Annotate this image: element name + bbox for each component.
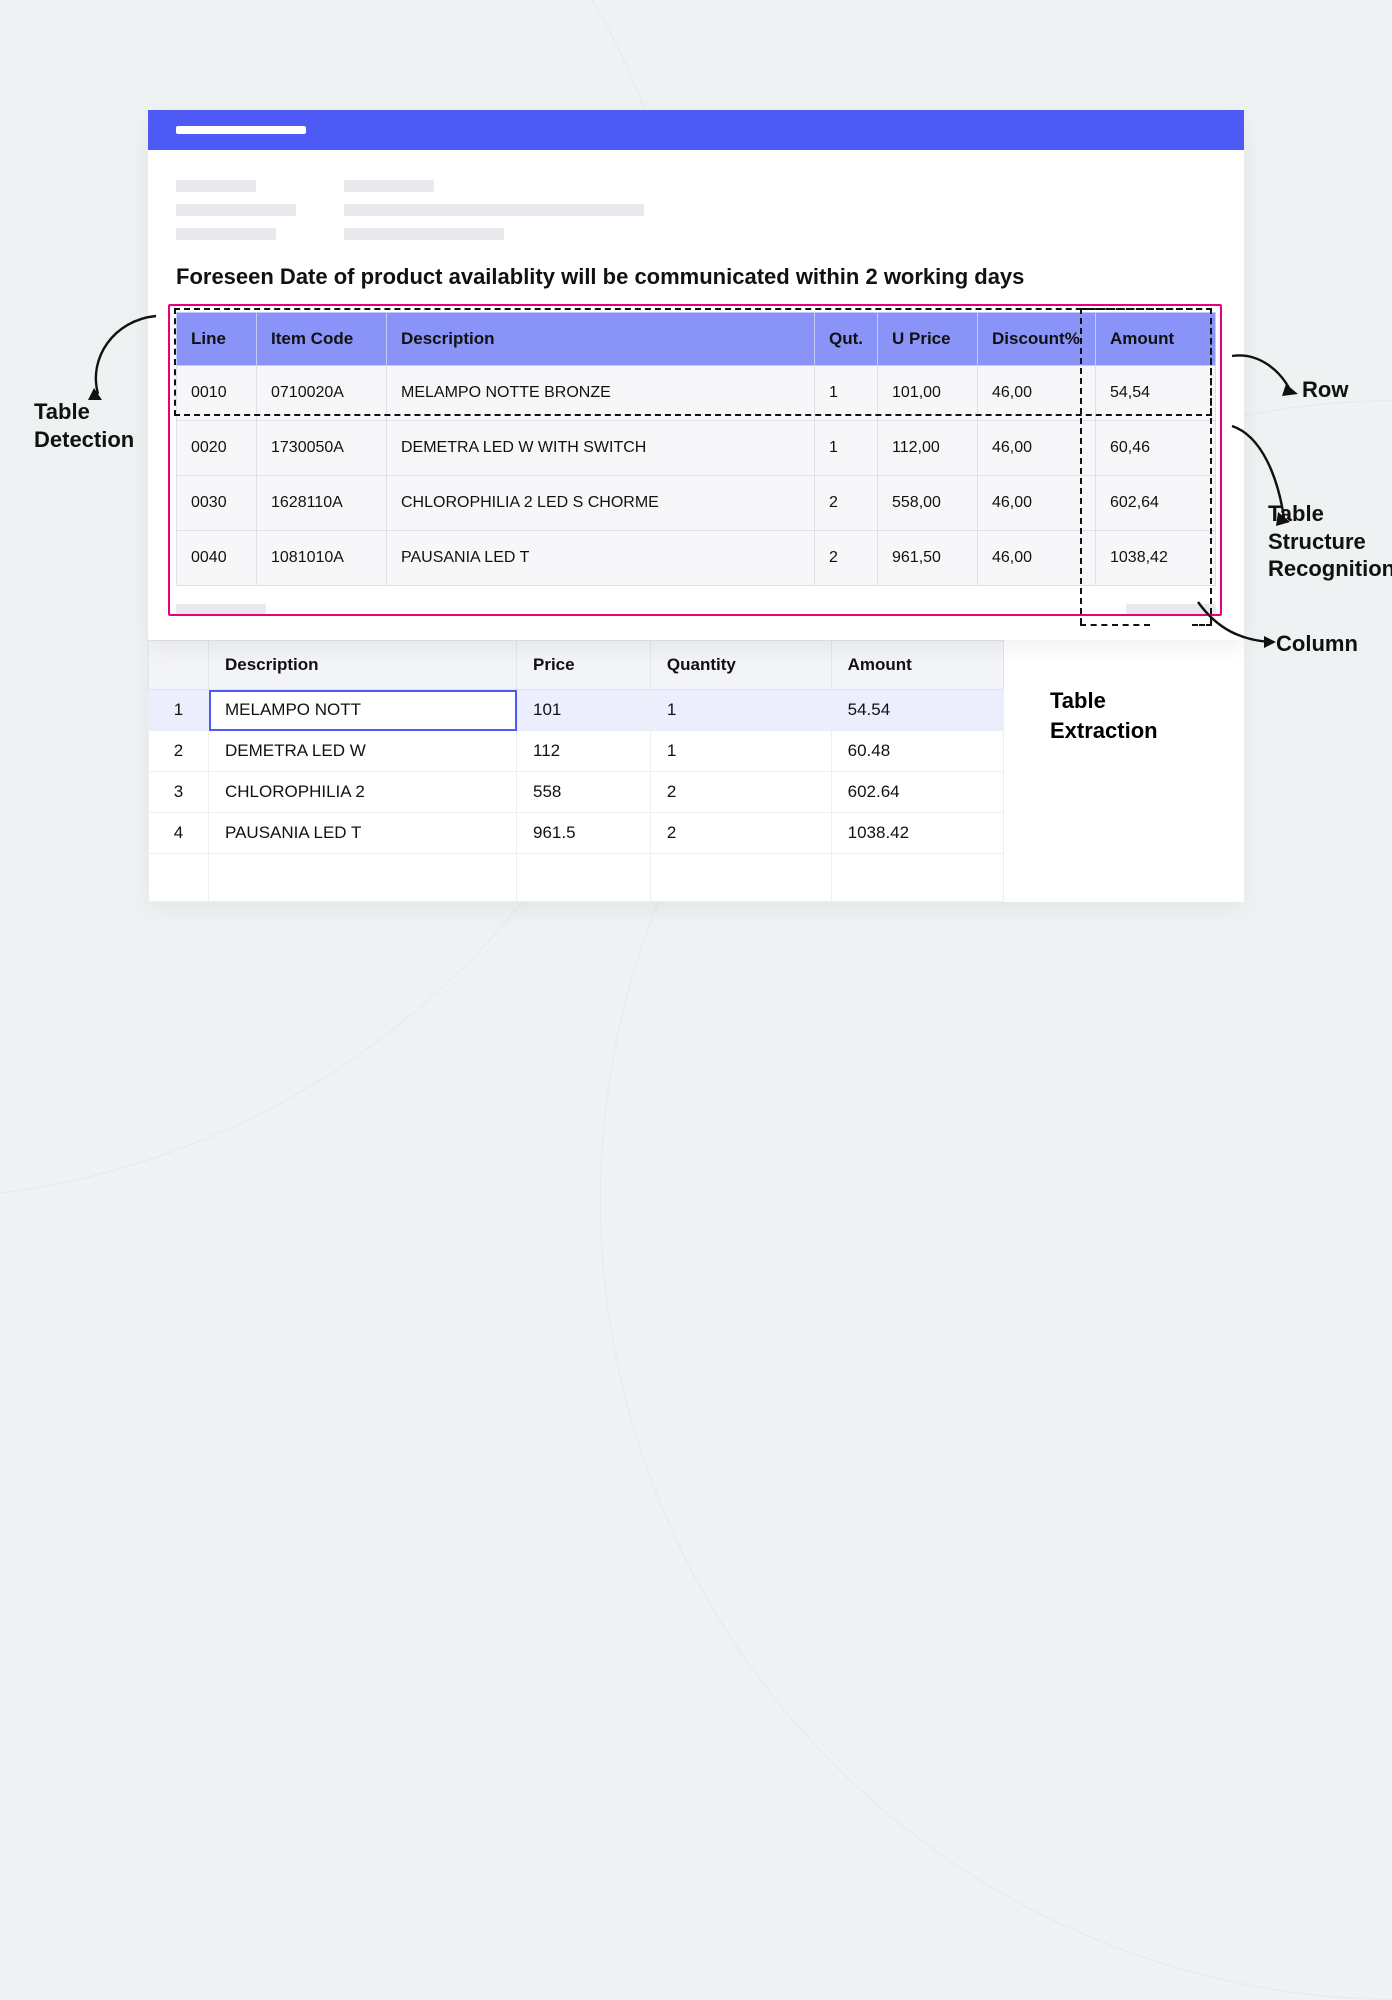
table-row: 1 MELAMPO NOTT 101 1 54.54 bbox=[149, 690, 1004, 731]
col-line: Line bbox=[177, 313, 257, 366]
skeleton-line bbox=[176, 228, 276, 240]
extracted-table: Description Price Quantity Amount 1 MELA… bbox=[148, 640, 1004, 902]
col-item-code: Item Code bbox=[257, 313, 387, 366]
col-price: Price bbox=[517, 641, 651, 690]
col-amount: Amount bbox=[831, 641, 1003, 690]
table-row: 4 PAUSANIA LED T 961.5 2 1038.42 bbox=[149, 813, 1004, 854]
col-description: Description bbox=[387, 313, 815, 366]
skeleton-line bbox=[1126, 604, 1216, 616]
table-row-empty bbox=[149, 854, 1004, 902]
col-amount: Amount bbox=[1096, 313, 1216, 366]
document-footer-skeleton bbox=[148, 586, 1244, 640]
document-card: Foreseen Date of product availablity wil… bbox=[148, 110, 1244, 640]
table-row: 2 DEMETRA LED W 112 1 60.48 bbox=[149, 731, 1004, 772]
col-discount: Discount% bbox=[978, 313, 1096, 366]
skeleton-line bbox=[344, 204, 644, 216]
document-header-bar bbox=[148, 110, 1244, 150]
table-row: 3 CHLOROPHILIA 2 558 2 602.64 bbox=[149, 772, 1004, 813]
skeleton-line bbox=[176, 604, 266, 616]
skeleton-line bbox=[176, 180, 256, 192]
extracted-table-header-row: Description Price Quantity Amount bbox=[149, 641, 1004, 690]
extracted-card: Description Price Quantity Amount 1 MELA… bbox=[148, 640, 1244, 902]
table-row: 0020 1730050A DEMETRA LED W WITH SWITCH … bbox=[177, 421, 1216, 476]
col-u-price: U Price bbox=[878, 313, 978, 366]
document-meta-skeleton bbox=[148, 150, 1244, 246]
row-label: Row bbox=[1302, 376, 1348, 404]
source-table-wrap: Line Item Code Description Qut. U Price … bbox=[148, 304, 1244, 586]
table-extraction-label: Table Extraction bbox=[1004, 640, 1244, 902]
col-description: Description bbox=[209, 641, 517, 690]
column-label: Column bbox=[1276, 630, 1358, 658]
table-detection-label: Table Detection bbox=[34, 398, 134, 453]
source-table: Line Item Code Description Qut. U Price … bbox=[176, 312, 1216, 586]
col-qut: Qut. bbox=[815, 313, 878, 366]
skeleton-line bbox=[176, 204, 296, 216]
skeleton-line bbox=[344, 180, 434, 192]
table-structure-recognition-label: Table Structure Recognition bbox=[1268, 500, 1392, 583]
table-row: 0030 1628110A CHLOROPHILIA 2 LED S CHORM… bbox=[177, 476, 1216, 531]
source-table-header-row: Line Item Code Description Qut. U Price … bbox=[177, 313, 1216, 366]
table-row: 0010 0710020A MELAMPO NOTTE BRONZE 1 101… bbox=[177, 366, 1216, 421]
availability-notice: Foreseen Date of product availablity wil… bbox=[148, 246, 1244, 304]
skeleton-line bbox=[344, 228, 504, 240]
header-placeholder bbox=[176, 126, 306, 134]
col-idx bbox=[149, 641, 209, 690]
col-quantity: Quantity bbox=[650, 641, 831, 690]
table-row: 0040 1081010A PAUSANIA LED T 2 961,50 46… bbox=[177, 531, 1216, 586]
